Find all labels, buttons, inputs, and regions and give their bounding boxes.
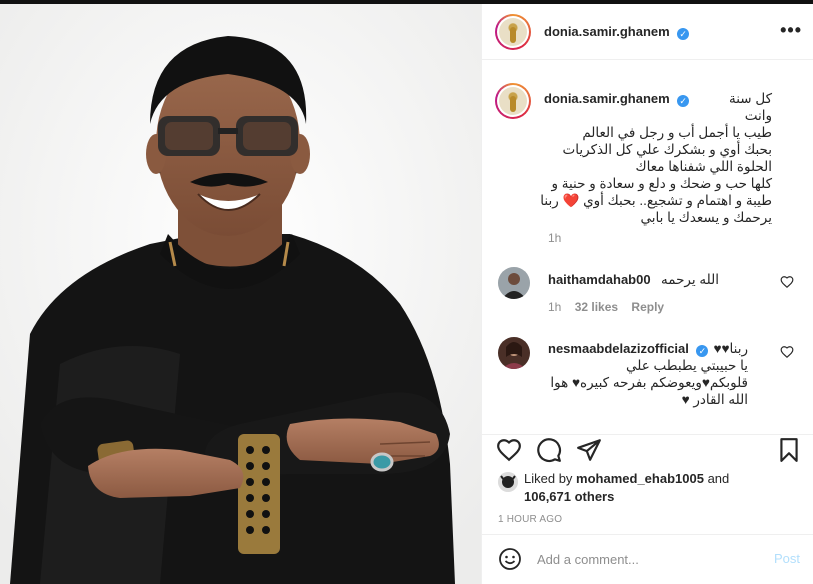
comment-text: ربنا♥♥ يا حبيبتي يطبطب علي قلوبكم♥ويعوضك… bbox=[548, 340, 748, 408]
likes-count[interactable]: 106,671 others bbox=[524, 489, 614, 504]
comment-line: يا حبيبتي يطبطب علي bbox=[625, 358, 748, 373]
verified-badge-icon: ✓ bbox=[677, 28, 690, 40]
commenter-avatar[interactable] bbox=[498, 267, 530, 299]
like-comment-heart-icon[interactable] bbox=[780, 275, 794, 289]
commenter-avatar-image bbox=[498, 337, 530, 369]
comment-text: الله يرحمه bbox=[661, 272, 719, 287]
caption-text: كل سنة وانت طيب يا أجمل أب و رجل في العا… bbox=[534, 90, 772, 226]
post-photo[interactable] bbox=[0, 4, 481, 584]
liker-username[interactable]: mohamed_ehab1005 bbox=[576, 471, 704, 486]
comment-line: ربنا♥♥ bbox=[713, 341, 749, 356]
comment-meta: 1h 32 likes Reply bbox=[548, 300, 664, 314]
post-sidebar: donia.samir.ghanem ✓ ••• donia.samir.gha… bbox=[481, 4, 813, 584]
caption-line: يرحمك و يسعدك يا بابي bbox=[640, 210, 772, 225]
caption-line: الحلوة اللي شفناها معاك bbox=[635, 159, 772, 174]
comment-likes[interactable]: 32 likes bbox=[575, 300, 618, 314]
post-timestamp[interactable]: 1 HOUR AGO bbox=[498, 514, 562, 525]
comment-row: haithamdahab00 الله يرحمه bbox=[548, 271, 719, 289]
post-header: donia.samir.ghanem ✓ ••• bbox=[482, 4, 813, 60]
comment-icon[interactable] bbox=[536, 437, 562, 463]
caption-line: كلها حب و ضحك و دلع و سعادة و حنية و bbox=[551, 176, 772, 191]
comments-section[interactable]: donia.samir.ghanem ✓ كل سنة وانت طيب يا … bbox=[482, 61, 813, 433]
add-comment-input[interactable] bbox=[537, 549, 757, 569]
commenter-avatar-image bbox=[498, 267, 530, 299]
commenter-avatar[interactable] bbox=[498, 337, 530, 369]
author-name-row: donia.samir.ghanem ✓ bbox=[544, 23, 690, 41]
post-photo-illustration bbox=[0, 4, 481, 584]
likes-and: and bbox=[707, 471, 730, 486]
instagram-post-viewer: donia.samir.ghanem ✓ ••• donia.samir.gha… bbox=[0, 0, 813, 584]
author-username[interactable]: donia.samir.ghanem bbox=[544, 24, 670, 39]
comment-reply-button[interactable]: Reply bbox=[631, 300, 664, 314]
liker-avatar-image bbox=[498, 472, 518, 492]
post-comment-button[interactable]: Post bbox=[774, 551, 800, 566]
comment-time[interactable]: 1h bbox=[548, 300, 561, 314]
likes-text: Liked by mohamed_ehab1005 and 106,671 ot… bbox=[524, 470, 729, 506]
paper-plane-icon[interactable] bbox=[576, 437, 602, 463]
smiley-icon[interactable] bbox=[498, 547, 522, 571]
comment-username[interactable]: haithamdahab00 bbox=[548, 272, 651, 287]
comment-line: الله القادر ♥ bbox=[681, 392, 748, 407]
author-avatar[interactable] bbox=[495, 14, 531, 50]
caption-author-avatar[interactable] bbox=[495, 83, 531, 119]
caption-line: طيبة و اهتمام و تشجيع.. بحبك أوي ❤️ ربنا bbox=[540, 193, 772, 208]
caption-time[interactable]: 1h bbox=[548, 231, 561, 245]
comment-line: قلوبكم♥ويعوضكم بفرحه كبيره♥ هوا bbox=[550, 375, 748, 390]
more-options-icon[interactable]: ••• bbox=[780, 20, 802, 41]
liker-avatar[interactable] bbox=[498, 472, 518, 492]
post-actions bbox=[482, 434, 813, 474]
add-comment-bar: Post bbox=[482, 534, 813, 584]
like-comment-heart-icon[interactable] bbox=[780, 345, 794, 359]
caption-line: بحبك أوي و بشكرك علي كل الذكريات bbox=[562, 142, 772, 157]
caption-line: كل سنة وانت bbox=[728, 91, 772, 123]
likes-summary: Liked by mohamed_ehab1005 and 106,671 ot… bbox=[498, 470, 798, 506]
heart-icon[interactable] bbox=[496, 437, 522, 463]
likes-prefix: Liked by bbox=[524, 471, 573, 486]
caption-line: طيب يا أجمل أب و رجل في العالم bbox=[582, 125, 772, 140]
bookmark-icon[interactable] bbox=[776, 437, 802, 463]
